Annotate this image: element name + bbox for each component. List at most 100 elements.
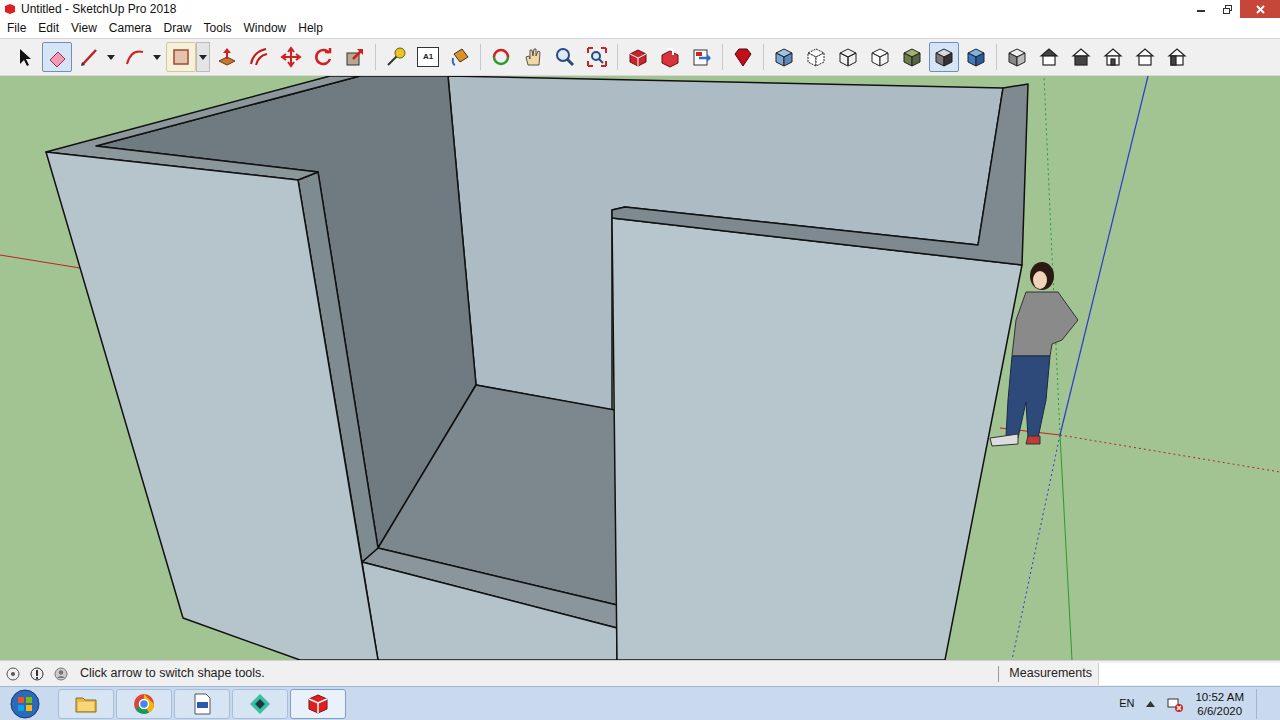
warehouse-tool-button[interactable] (623, 42, 653, 72)
wireframe-tool-button[interactable] (833, 42, 863, 72)
clock-time[interactable]: 10:52 AM (1195, 690, 1244, 704)
taskbar-app[interactable] (232, 689, 288, 719)
measurements-input[interactable] (1098, 663, 1280, 685)
rectangle-icon (170, 46, 192, 68)
shaded-tool-button[interactable] (897, 42, 927, 72)
house-walls (46, 76, 1028, 660)
menu-item[interactable]: Camera (103, 22, 158, 34)
back-edges-tool-button[interactable] (801, 42, 831, 72)
model-viewport[interactable] (0, 76, 1280, 660)
left-tool-button[interactable] (1162, 42, 1192, 72)
restore-button[interactable] (1214, 1, 1240, 17)
geo-location-icon[interactable] (6, 667, 20, 681)
menu-item[interactable]: Help (292, 22, 329, 34)
title-bar: Untitled - SketchUp Pro 2018 (0, 0, 1280, 18)
ruby-tool-button[interactable] (728, 42, 758, 72)
shaded-icon (901, 46, 923, 68)
right-tool-button[interactable] (1098, 42, 1128, 72)
offset-tool-button[interactable] (244, 42, 274, 72)
dropdown-arrow-icon (107, 55, 115, 60)
sketchup-window: Untitled - SketchUp Pro 2018 FileEditView… (0, 0, 1280, 720)
status-bar: Click arrow to switch shape tools.Measur… (0, 660, 1280, 686)
back-icon (1134, 46, 1156, 68)
monochrome-tool-button[interactable] (961, 42, 991, 72)
tool-dropdown-arrow[interactable] (150, 42, 164, 72)
menu-item[interactable]: File (1, 22, 32, 34)
chrome-icon (131, 691, 157, 717)
xray-tool-button[interactable] (769, 42, 799, 72)
front-icon (1070, 46, 1092, 68)
tape-tool-button[interactable] (381, 42, 411, 72)
top-tool-button[interactable] (1034, 42, 1064, 72)
rotate-icon (312, 46, 334, 68)
arc-icon (124, 46, 146, 68)
offset-icon (248, 46, 270, 68)
back-tool-button[interactable] (1130, 42, 1160, 72)
taskbar-app[interactable] (290, 689, 346, 719)
back-edges-icon (805, 46, 827, 68)
hidden-line-tool-button[interactable] (865, 42, 895, 72)
clock-date[interactable]: 6/6/2020 (1197, 704, 1242, 718)
taskbar: EN 10:52 AM6/6/2020 (0, 686, 1280, 720)
menu-item[interactable]: Edit (32, 22, 65, 34)
rectangle-tool-button[interactable] (166, 42, 196, 72)
front-tool-button[interactable] (1066, 42, 1096, 72)
arc-tool-button[interactable] (120, 42, 150, 72)
text-tool-button[interactable]: A1 (413, 42, 443, 72)
layout-tool-button[interactable] (687, 42, 717, 72)
close-button[interactable] (1240, 0, 1280, 18)
dropdown-arrow-icon (153, 55, 161, 60)
toolbar-separator (763, 44, 764, 70)
iso-icon (1006, 46, 1028, 68)
pencil-tool-button[interactable] (74, 42, 104, 72)
measurements-label: Measurements (1009, 667, 1098, 680)
show-desktop-button[interactable] (1256, 689, 1266, 719)
toolbar-separator (480, 44, 481, 70)
shaded-textures-tool-button[interactable] (929, 42, 959, 72)
windows-start-icon (10, 689, 40, 719)
paint-icon (449, 46, 471, 68)
taskbar-app[interactable] (174, 689, 230, 719)
scale-tool-button[interactable] (340, 42, 370, 72)
pan-icon (522, 46, 544, 68)
paint-tool-button[interactable] (445, 42, 475, 72)
move-tool-button[interactable] (276, 42, 306, 72)
taskbar-app[interactable] (58, 689, 114, 719)
menu-item[interactable]: Draw (158, 22, 198, 34)
pushpull-tool-button[interactable] (212, 42, 242, 72)
tool-dropdown-arrow[interactable] (104, 42, 118, 72)
iso-tool-button[interactable] (1002, 42, 1032, 72)
menu-item[interactable]: Tools (198, 22, 238, 34)
menu-item[interactable]: View (65, 22, 103, 34)
xray-icon (773, 46, 795, 68)
layout-icon (691, 46, 713, 68)
start-button[interactable] (0, 687, 50, 720)
eraser-tool-button[interactable] (42, 42, 72, 72)
rotate-tool-button[interactable] (308, 42, 338, 72)
share-tool-button[interactable] (655, 42, 685, 72)
credits-icon[interactable] (30, 667, 44, 681)
pan-tool-button[interactable] (518, 42, 548, 72)
sketchup-logo-icon (4, 3, 16, 15)
network-icon[interactable] (1167, 696, 1183, 712)
tool-dropdown-arrow[interactable] (196, 42, 210, 72)
show-hidden-icons-icon[interactable] (1146, 701, 1155, 707)
minimize-button[interactable] (1188, 1, 1214, 17)
axes (0, 76, 1280, 660)
toolbar-separator (722, 44, 723, 70)
wireframe-icon (837, 46, 859, 68)
drawing-area[interactable] (0, 76, 1280, 660)
ruby-icon (732, 46, 754, 68)
menu-item[interactable]: Window (238, 22, 293, 34)
select-tool-button[interactable] (10, 42, 40, 72)
taskbar-app[interactable] (116, 689, 172, 719)
select-icon (14, 46, 36, 68)
left-icon (1166, 46, 1188, 68)
zoom-extents-tool-button[interactable] (582, 42, 612, 72)
orbit-tool-button[interactable] (486, 42, 516, 72)
zoom-extents-icon (586, 46, 608, 68)
language-indicator[interactable]: EN (1119, 698, 1134, 709)
explorer-icon (73, 691, 99, 717)
user-icon[interactable] (54, 667, 68, 681)
zoom-tool-button[interactable] (550, 42, 580, 72)
